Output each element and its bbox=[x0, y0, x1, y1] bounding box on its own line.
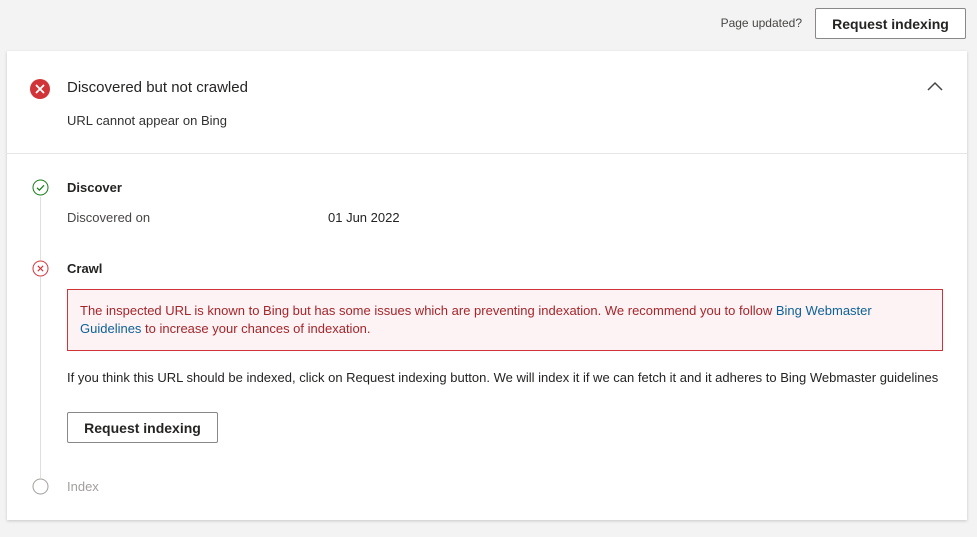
request-indexing-inline-button[interactable]: Request indexing bbox=[67, 412, 218, 443]
inspection-card: Discovered but not crawled URL cannot ap… bbox=[7, 51, 967, 520]
error-circle-icon bbox=[30, 79, 50, 99]
error-circle-outline-icon bbox=[32, 260, 49, 277]
page-updated-text: Page updated? bbox=[720, 16, 802, 30]
step-discover-title: Discover bbox=[67, 180, 122, 195]
top-bar: Page updated? Request indexing bbox=[0, 0, 977, 48]
step-index-title: Index bbox=[67, 479, 99, 494]
step-crawl-title: Crawl bbox=[67, 261, 103, 276]
status-title: Discovered but not crawled bbox=[67, 79, 248, 96]
status-header: Discovered but not crawled URL cannot ap… bbox=[7, 51, 967, 154]
status-subtitle: URL cannot appear on Bing bbox=[67, 113, 227, 128]
chevron-up-icon[interactable] bbox=[925, 79, 945, 93]
discovered-on-label: Discovered on bbox=[67, 210, 151, 225]
pending-circle-icon bbox=[32, 478, 49, 495]
error-text-before: The inspected URL is known to Bing but h… bbox=[80, 303, 776, 318]
crawl-error-message: The inspected URL is known to Bing but h… bbox=[67, 289, 943, 351]
request-indexing-button[interactable]: Request indexing bbox=[815, 8, 966, 39]
request-indexing-info: If you think this URL should be indexed,… bbox=[67, 370, 939, 385]
check-circle-icon bbox=[32, 179, 49, 196]
discovered-on-value: 01 Jun 2022 bbox=[328, 210, 400, 225]
error-text-after: to increase your chances of indexation. bbox=[141, 321, 371, 336]
timeline-line bbox=[40, 197, 41, 478]
